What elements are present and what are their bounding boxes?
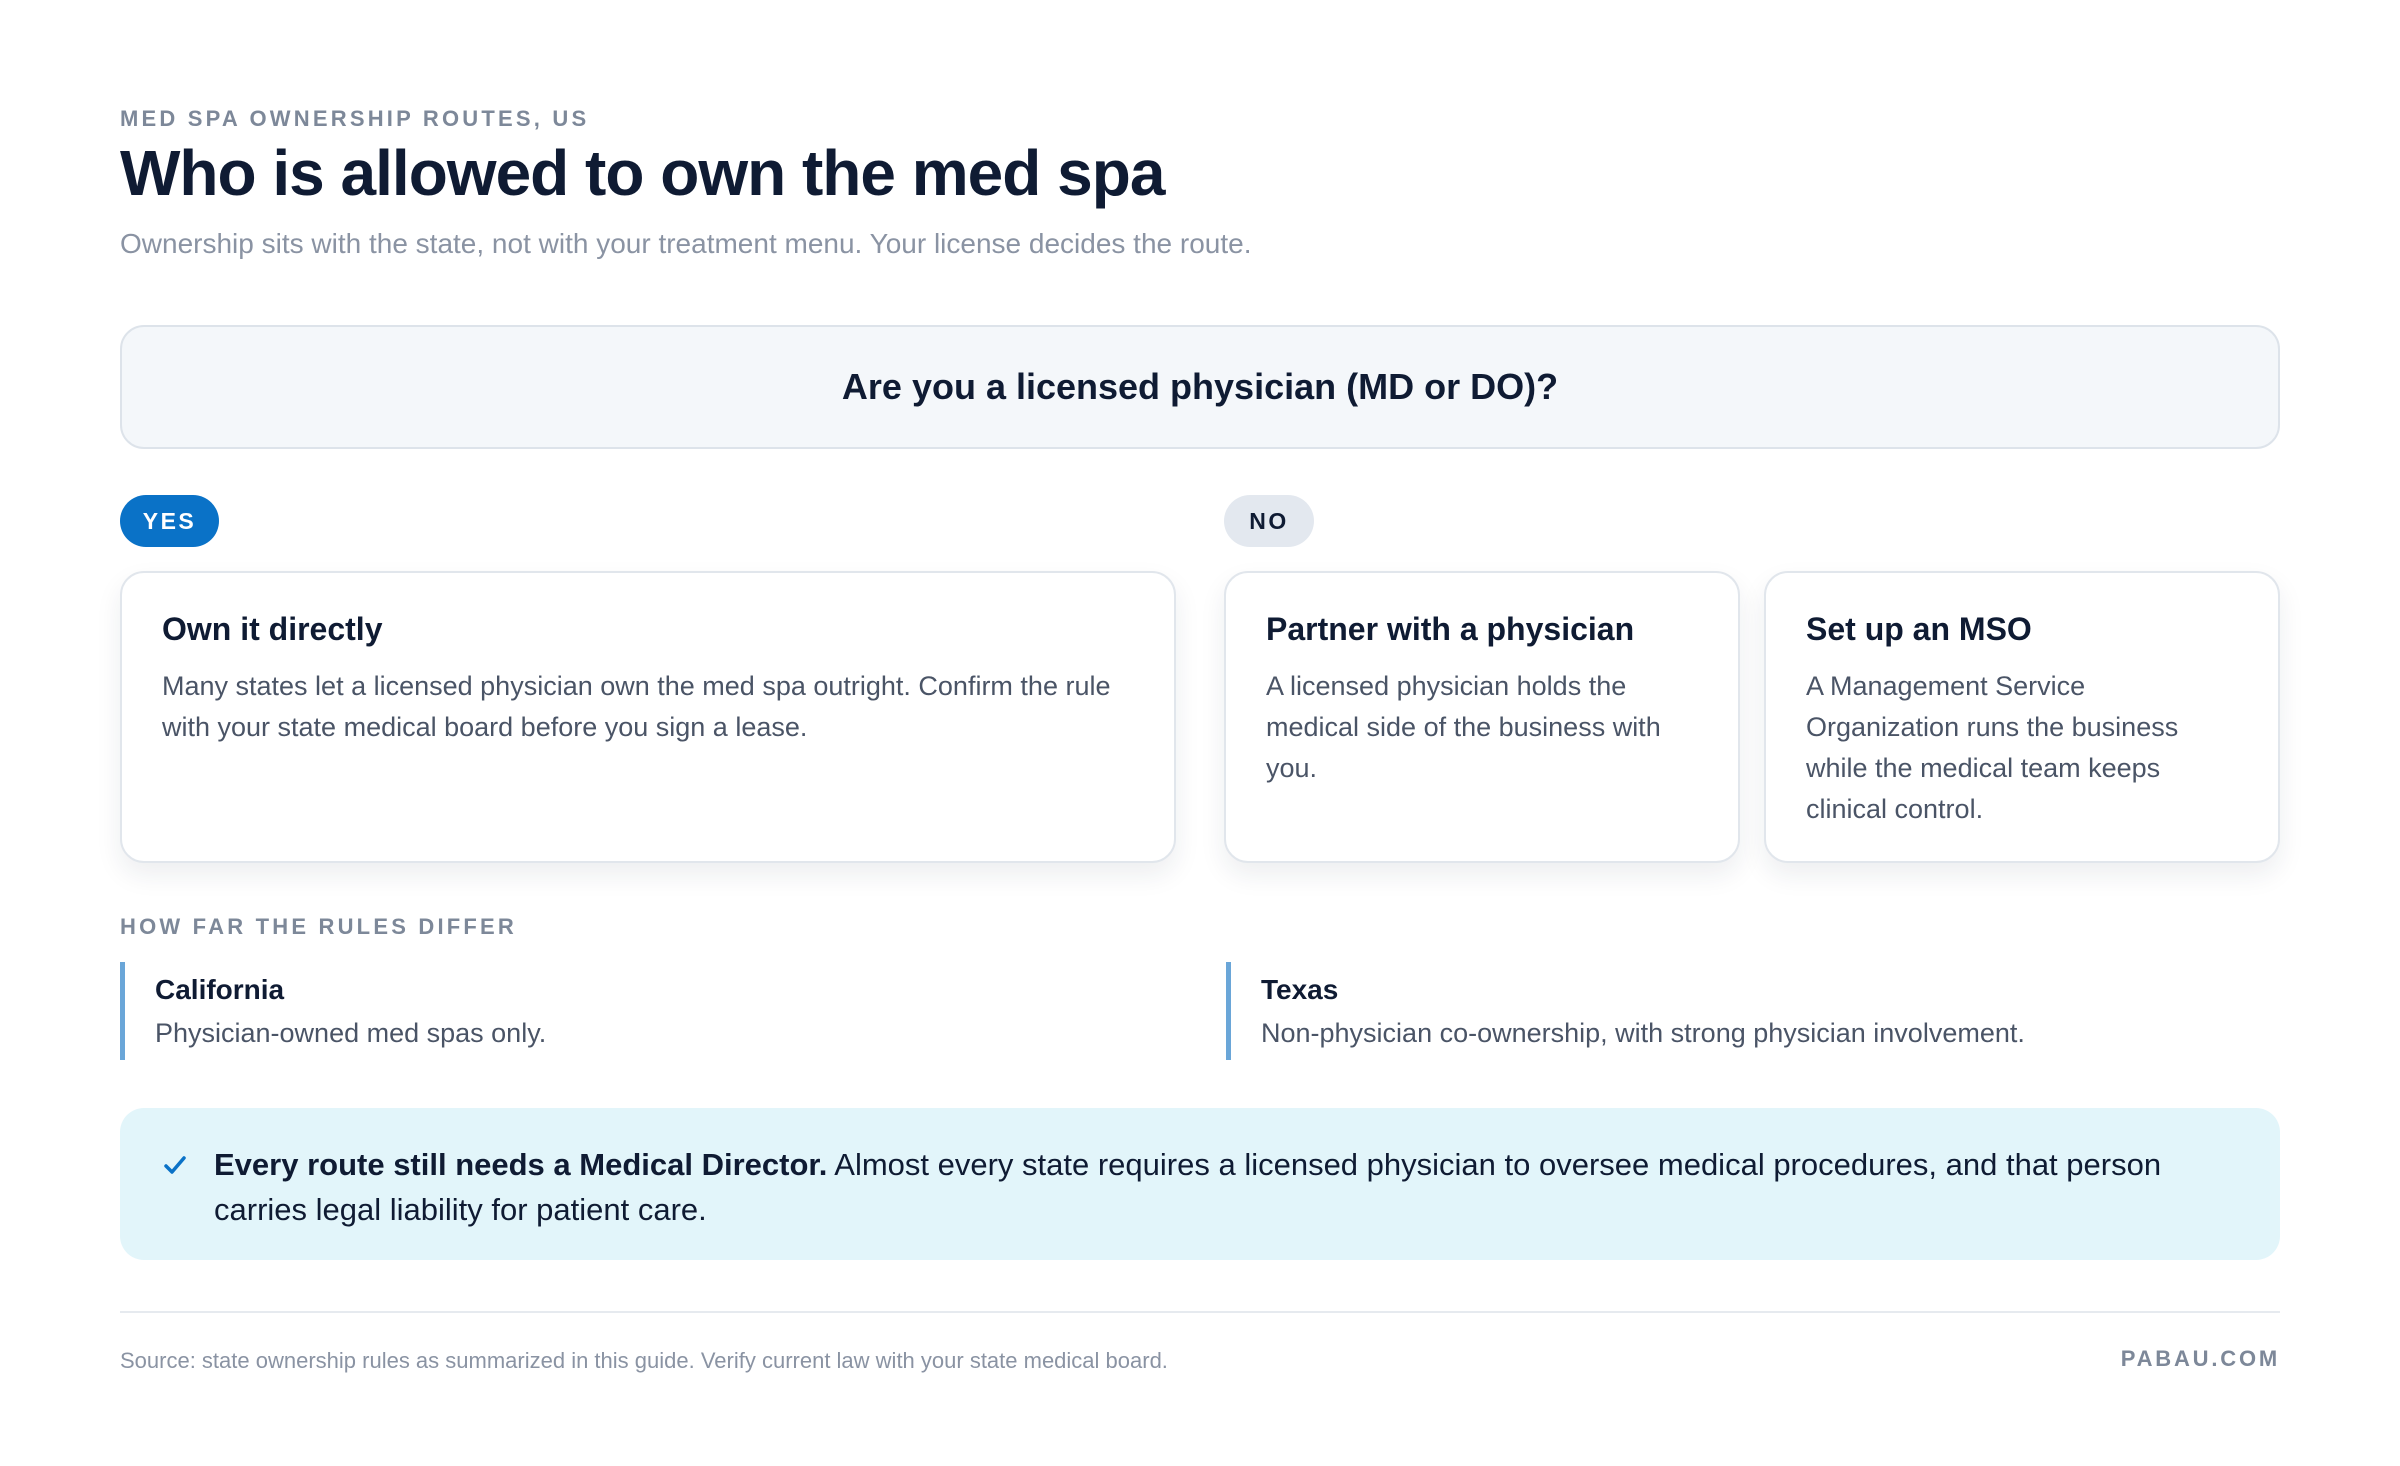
eyebrow-label: MED SPA OWNERSHIP ROUTES, US xyxy=(120,106,590,131)
yes-label: YES xyxy=(142,507,197,534)
source-note: Source: state ownership rules as summari… xyxy=(120,1348,1168,1373)
state-rule-california: California Physician-owned med spas only… xyxy=(120,962,1176,1060)
route-card-body: A Management Service Organization runs t… xyxy=(1806,671,2179,824)
route-card-title: Own it directly xyxy=(162,611,383,647)
state-rule-texas: Texas Non-physician co-ownership, with s… xyxy=(1226,962,2280,1060)
callout-text: Every route still needs a Medical Direct… xyxy=(214,1142,2220,1232)
footer-divider xyxy=(120,1311,2280,1313)
route-card-title: Partner with a physician xyxy=(1266,611,1635,647)
question-text: Are you a licensed physician (MD or DO)? xyxy=(841,366,1559,407)
state-name: Texas xyxy=(1261,974,1339,1005)
page-title: Who is allowed to own the med spa xyxy=(120,137,1165,209)
callout-bold: Every route still needs a Medical Direct… xyxy=(214,1147,828,1182)
brand-wordmark: PABAU.COM xyxy=(2120,1346,2280,1371)
state-rule-text: Physician-owned med spas only. xyxy=(155,1018,547,1048)
route-card-mso: Set up an MSO A Management Service Organ… xyxy=(1764,571,2280,863)
route-card-own-directly: Own it directly Many states let a licens… xyxy=(120,571,1176,863)
route-card-partner: Partner with a physician A licensed phys… xyxy=(1224,571,1740,863)
page-subtitle: Ownership sits with the state, not with … xyxy=(120,228,1252,259)
decision-question: Are you a licensed physician (MD or DO)? xyxy=(120,325,2280,449)
differences-heading: HOW FAR THE RULES DIFFER xyxy=(120,914,518,939)
no-label: NO xyxy=(1249,507,1289,534)
medical-director-callout: Every route still needs a Medical Direct… xyxy=(120,1108,2280,1260)
route-card-body: Many states let a licensed physician own… xyxy=(162,671,1111,742)
route-card-title: Set up an MSO xyxy=(1806,611,2032,647)
check-icon xyxy=(164,1156,186,1174)
no-branch-badge: NO xyxy=(1224,495,1314,547)
state-rule-text: Non-physician co-ownership, with strong … xyxy=(1261,1018,2025,1048)
yes-branch-badge: YES xyxy=(120,495,219,547)
ownership-infographic: MED SPA OWNERSHIP ROUTES, US Who is allo… xyxy=(0,0,2400,1466)
state-name: California xyxy=(155,974,285,1005)
route-card-body: A licensed physician holds the medical s… xyxy=(1266,671,1661,783)
